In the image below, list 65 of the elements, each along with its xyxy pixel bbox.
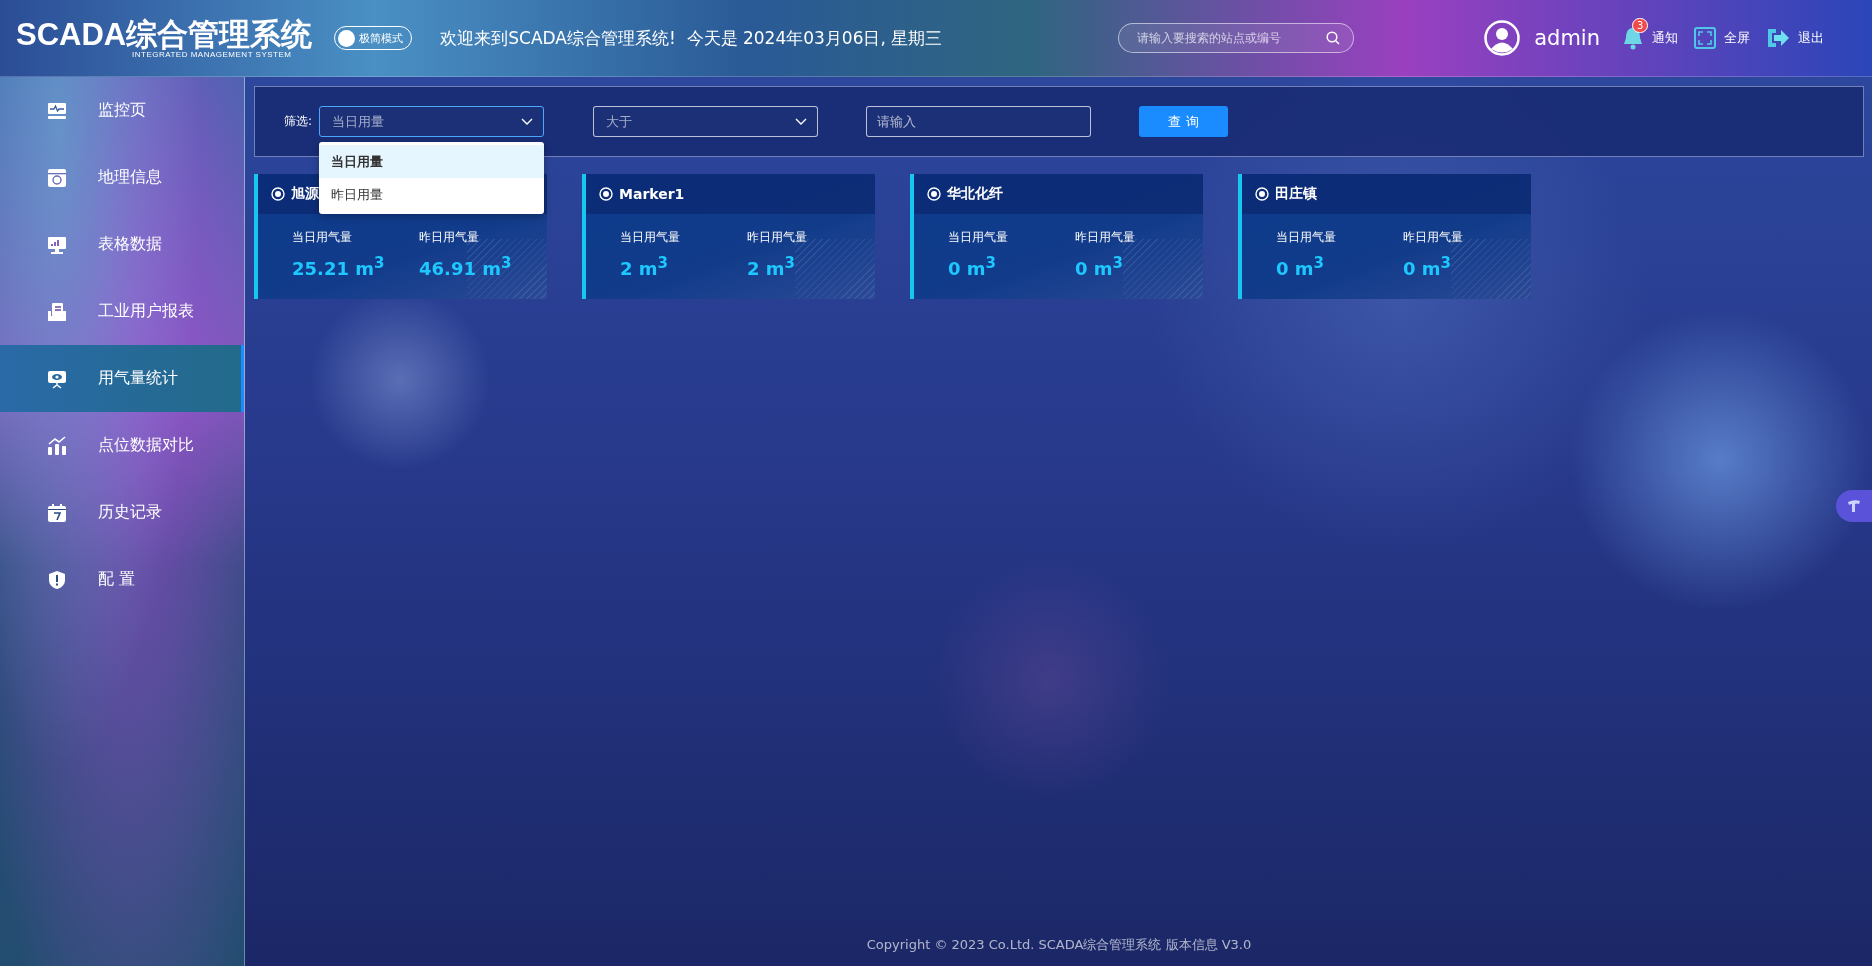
logout-link[interactable]: 退出 <box>1798 29 1824 47</box>
sidebar-item[interactable]: 历史记录 <box>0 479 244 546</box>
user-name[interactable]: admin <box>1534 26 1600 50</box>
dropdown-option[interactable]: 昨日用量 <box>319 178 545 211</box>
document-tray-icon <box>47 301 67 322</box>
footer-text: Copyright © 2023 Co.Ltd. SCADA综合管理系统 版本信息 V3.0 <box>866 936 1252 954</box>
metric-value: 2 m$^{3}$ <box>620 254 669 279</box>
radio-icon <box>1255 187 1269 201</box>
globe-window-icon <box>47 167 67 188</box>
metric-label: 当日用气量 <box>620 229 681 246</box>
metric-label: 昨日用气量 <box>1403 229 1464 246</box>
metric-label: 当日用气量 <box>292 229 353 246</box>
metric-value: 0 m$^{3}$ <box>1075 254 1124 279</box>
radio-icon <box>271 187 285 201</box>
metric-value: 0 m$^{3}$ <box>948 254 997 279</box>
station-name: 旭源 <box>291 185 319 203</box>
metric-value: 46.91 m$^{3}$ <box>419 254 513 279</box>
metric-label: 昨日用气量 <box>1075 229 1136 246</box>
metric-label: 当日用气量 <box>948 229 1009 246</box>
floating-tool-button[interactable] <box>1836 490 1872 522</box>
calendar-icon <box>47 502 67 523</box>
metric-value: 0 m$^{3}$ <box>1403 254 1452 279</box>
metric-select[interactable]: 当日用量 <box>319 106 545 137</box>
radio-icon <box>927 187 941 201</box>
fullscreen-link[interactable]: 全屏 <box>1724 29 1750 47</box>
station-name: 田庄镇 <box>1275 185 1317 203</box>
eye-screen-icon <box>47 368 67 389</box>
sidebar-item[interactable]: 工业用户报表 <box>0 278 244 345</box>
metric-value: 0 m$^{3}$ <box>1276 254 1325 279</box>
comparison-select[interactable]: 大于 <box>593 106 819 137</box>
bar-trend-icon <box>47 435 67 456</box>
shield-alert-icon <box>47 569 67 590</box>
logo-title: SCADA综合管理系统 <box>16 17 313 52</box>
notification-badge: 3 <box>1632 18 1649 33</box>
notification-link[interactable]: 通知 <box>1652 29 1678 47</box>
tool-icon <box>1847 499 1861 513</box>
bar-chart-screen-icon <box>47 234 67 255</box>
monitor-icon <box>47 100 67 121</box>
metric-label: 昨日用气量 <box>747 229 808 246</box>
metric-value: 25.21 m$^{3}$ <box>292 254 386 279</box>
chevron-down-icon <box>521 117 534 126</box>
logo-subtitle: INTEGRATED MANAGEMENT SYSTEM <box>132 49 292 59</box>
metric-label: 当日用气量 <box>1276 229 1337 246</box>
station-name: 华北化纤 <box>947 185 1003 203</box>
dropdown-option[interactable]: 当日用量 <box>319 145 545 178</box>
search-icon[interactable] <box>1326 31 1341 45</box>
search-field[interactable]: 请输入要搜索的站点或编号 <box>1118 23 1355 53</box>
radio-icon <box>599 187 613 201</box>
chevron-down-icon <box>795 117 808 126</box>
sidebar-item[interactable]: 监控页 <box>0 77 244 144</box>
metric-value: 2 m$^{3}$ <box>747 254 796 279</box>
sidebar-item[interactable]: 地理信息 <box>0 144 244 211</box>
metric-label: 昨日用气量 <box>419 229 480 246</box>
filter-label: 筛选: <box>284 113 313 130</box>
avatar-icon[interactable] <box>1484 20 1521 56</box>
sidebar-item[interactable]: 点位数据对比 <box>0 412 244 479</box>
exit-icon[interactable] <box>1766 27 1790 49</box>
sidebar-item[interactable]: 配 置 <box>0 546 244 613</box>
query-button[interactable]: 查 询 <box>1139 106 1229 137</box>
station-name: Marker1 <box>619 186 685 202</box>
sidebar-item[interactable]: 表格数据 <box>0 211 244 278</box>
welcome-text: 欢迎来到SCADA综合管理系统! 今天是 2024年03月06日, 星期三 <box>440 26 943 50</box>
sidebar-item[interactable]: 用气量统计 <box>0 345 244 412</box>
value-input[interactable]: 请输入 <box>866 106 1092 137</box>
fullscreen-icon[interactable] <box>1694 27 1716 49</box>
